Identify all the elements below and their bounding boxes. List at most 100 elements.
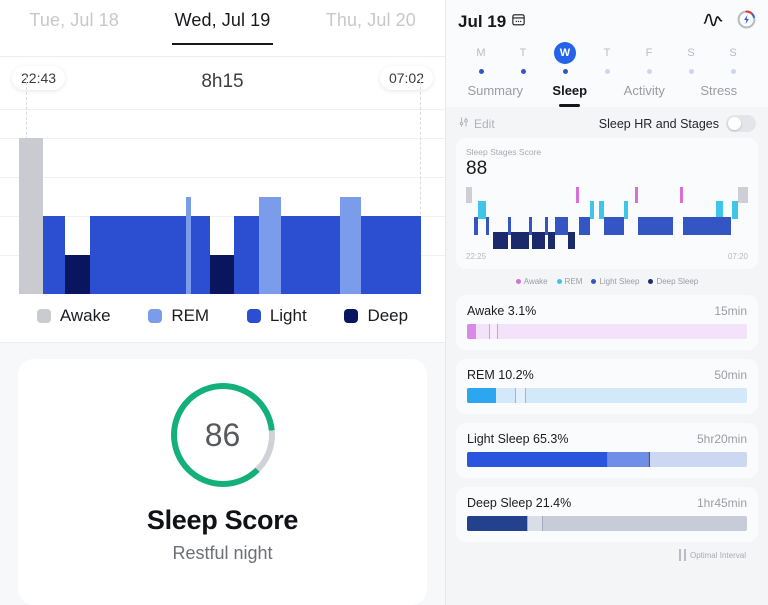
- tab-summary[interactable]: Summary: [458, 83, 533, 107]
- week-day-1[interactable]: T: [502, 42, 544, 74]
- hypnogram-segment-light: [360, 216, 421, 294]
- hypnogram-segment-deep: [64, 255, 90, 294]
- hr-stages-toggle[interactable]: [726, 115, 756, 132]
- hypnogram-end-time: 07:20: [727, 252, 748, 261]
- stage-segment-rem: [732, 201, 739, 219]
- stages-legend-item: Deep Sleep: [648, 277, 698, 286]
- stage-segment-awake: [466, 187, 473, 203]
- week-day-dot: [604, 69, 610, 74]
- week-day-2[interactable]: W: [544, 42, 586, 74]
- week-day-dot: [730, 69, 736, 74]
- pulse-wave-icon[interactable]: [703, 11, 723, 34]
- stage-segment-light: [603, 217, 624, 235]
- stage-duration: 15min: [714, 304, 747, 318]
- stage-card[interactable]: Awake 3.1% 15min: [456, 295, 758, 350]
- week-day-6[interactable]: S: [712, 42, 754, 74]
- stage-segment-light: [485, 217, 490, 235]
- stage-segment-rem: [623, 201, 629, 219]
- week-day-0[interactable]: M: [460, 42, 502, 74]
- week-day-dot: [562, 69, 568, 74]
- date-selector[interactable]: Jul 19: [458, 12, 526, 32]
- week-day-letter: W: [554, 42, 576, 64]
- stage-card[interactable]: Light Sleep 65.3% 5hr20min: [456, 423, 758, 478]
- week-day-dot: [646, 69, 652, 74]
- optimal-interval-band: [607, 452, 649, 467]
- stages-legend-item: Awake: [515, 277, 548, 286]
- week-day-4[interactable]: F: [628, 42, 670, 74]
- stage-segment-awake: [575, 187, 579, 203]
- stage-name-percent: Awake 3.1%: [467, 304, 537, 318]
- hypnogram-segment-deep: [209, 255, 234, 294]
- optimal-interval-band: [514, 388, 526, 403]
- edit-label: Edit: [474, 116, 495, 131]
- stage-card-header: REM 10.2% 50min: [467, 368, 747, 382]
- tab-sleep[interactable]: Sleep: [533, 83, 608, 107]
- legend-item-deep: Deep: [344, 306, 408, 326]
- date-tab-current[interactable]: Wed, Jul 19: [148, 10, 296, 45]
- hypnogram-chart: [0, 77, 445, 294]
- sleep-score-card[interactable]: 86 Sleep Score Restful night: [18, 359, 427, 605]
- stage-progress-bar: [467, 516, 747, 531]
- legend-dot-icon: [591, 279, 597, 284]
- week-day-letter: F: [645, 47, 653, 59]
- legend-item-rem: REM: [148, 306, 209, 326]
- stage-duration: 50min: [714, 368, 747, 382]
- week-day-letter: S: [729, 47, 737, 59]
- date-tab-next[interactable]: Thu, Jul 20: [297, 10, 445, 45]
- week-day-letter: T: [519, 47, 527, 59]
- stage-segment-deep: [567, 232, 575, 249]
- stage-card[interactable]: REM 10.2% 50min: [456, 359, 758, 414]
- sleep-duration: 8h15: [201, 71, 244, 92]
- hypnogram-segment-light: [280, 216, 340, 294]
- sliders-icon: [458, 116, 470, 131]
- week-day-3[interactable]: T: [586, 42, 628, 74]
- stage-card[interactable]: Deep Sleep 21.4% 1hr45min: [456, 487, 758, 542]
- tab-activity[interactable]: Activity: [607, 83, 682, 107]
- hypnogram-segment-light: [233, 216, 260, 294]
- week-day-5[interactable]: S: [670, 42, 712, 74]
- week-day-dot: [688, 69, 694, 74]
- sleep-score-value: 86: [204, 416, 241, 453]
- right-panel: Jul 19 M T W T F S S Summary Sleep Activ…: [445, 0, 768, 605]
- legend-dot-icon: [648, 279, 654, 284]
- sleep-score-ring: 86: [170, 383, 275, 487]
- tab-stress[interactable]: Stress: [682, 83, 757, 107]
- week-day-dot: [478, 69, 484, 74]
- stage-card-header: Light Sleep 65.3% 5hr20min: [467, 432, 747, 446]
- sleep-app: Tue, Jul 18 Wed, Jul 19 Thu, Jul 20 22:4…: [0, 0, 768, 605]
- stages-legend-label: REM: [564, 277, 583, 286]
- optimal-interval-label: Optimal Interval: [689, 550, 746, 560]
- stages-legend-item: Light Sleep: [591, 277, 639, 286]
- rem-swatch-icon: [148, 309, 163, 323]
- stages-legend-label: Awake: [523, 277, 548, 286]
- edit-button[interactable]: Edit: [458, 116, 495, 131]
- hr-stages-control: Sleep HR and Stages: [599, 115, 756, 132]
- calendar-icon[interactable]: [511, 12, 526, 32]
- stage-segment-deep: [531, 232, 545, 249]
- week-day-letter: M: [476, 47, 486, 59]
- week-day-letter: S: [687, 47, 695, 59]
- stage-progress-fill: [467, 324, 476, 339]
- stage-segment-awake: [738, 187, 748, 203]
- stage-duration: 1hr45min: [696, 496, 747, 510]
- energy-gauge-icon[interactable]: [737, 10, 756, 34]
- optimal-interval-icon: [678, 549, 686, 561]
- legend-item-awake: Awake: [36, 306, 111, 326]
- stages-score-value: 88: [466, 158, 488, 179]
- detailed-hypnogram[interactable]: [466, 187, 748, 249]
- stage-name-percent: Deep Sleep 21.4%: [467, 496, 572, 510]
- legend-label-light: Light: [269, 306, 307, 325]
- date-tab-prev[interactable]: Tue, Jul 18: [0, 10, 148, 45]
- optimal-interval-band: [489, 324, 498, 339]
- stage-segment-rem: [477, 201, 486, 219]
- stage-segment-awake: [635, 187, 638, 203]
- sleep-score-section: 86 Sleep Score Restful night: [0, 343, 445, 605]
- sleep-end-time: 07:02: [379, 66, 433, 90]
- hypnogram-segment-rem: [259, 197, 281, 294]
- optimal-interval-band: [527, 516, 543, 531]
- legend-label-deep: Deep: [367, 306, 409, 325]
- hypnogram-segment-rem: [339, 197, 361, 294]
- hypnogram-legend: Awake REM Light Deep: [0, 294, 445, 342]
- hypnogram-bars: [0, 138, 445, 294]
- legend-dot-icon: [556, 279, 562, 284]
